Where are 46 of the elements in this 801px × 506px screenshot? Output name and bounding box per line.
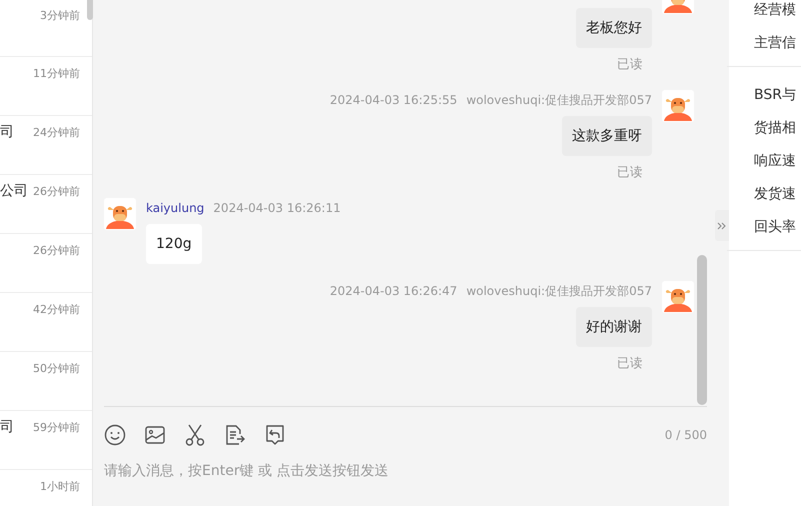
info-item[interactable]: 经营模 (754, 0, 801, 27)
conversation-name: 公司 (0, 182, 28, 200)
message-input[interactable]: 请输入消息，按Enter键 或 点击发送按钮发送 (104, 463, 604, 479)
image-icon[interactable] (144, 424, 166, 446)
conversation-time: 26分钟前 (33, 243, 80, 258)
message-time: 2024-04-03 16:26:47 (330, 284, 458, 298)
conversation-time: 1小时前 (40, 479, 80, 494)
read-status: 已读 (617, 164, 643, 181)
conversation-time: 42分钟前 (33, 302, 80, 317)
info-item[interactable]: 回头率 (754, 211, 801, 244)
double-chevron-icon (717, 220, 727, 230)
message-bubble: 120g (146, 224, 202, 264)
conversation-name: 司 (0, 418, 14, 436)
emoji-icon[interactable] (104, 424, 126, 446)
conversation-time: 3分钟前 (40, 8, 80, 23)
scrollbar-thumb[interactable] (87, 0, 93, 20)
message-time: 2024-04-03 16:25:55 (330, 93, 458, 107)
conversation-time: 26分钟前 (33, 184, 80, 199)
reply-icon[interactable] (264, 424, 286, 446)
info-item[interactable]: 发货速 (754, 178, 801, 211)
conversation-time: 59分钟前 (33, 420, 80, 435)
sender-name: woloveshuqi:促佳搜品开发部057 (466, 92, 652, 108)
sender-name: woloveshuqi:促佳搜品开发部057 (466, 282, 652, 300)
info-item[interactable]: 货描相 (754, 112, 801, 145)
scrollbar-thumb[interactable] (697, 255, 707, 405)
conversation-time: 11分钟前 (33, 66, 80, 81)
conversation-time: 24分钟前 (33, 125, 80, 140)
collapse-button[interactable] (715, 210, 729, 241)
character-counter: 0 / 500 (664, 428, 707, 442)
sender-name: kaiyulung (146, 201, 204, 215)
conversation-time: 50分钟前 (33, 361, 80, 376)
message-time: 2024-04-03 16:26:11 (213, 201, 341, 215)
read-status: 已读 (617, 56, 643, 73)
message-bubble: 这款多重呀 (562, 116, 652, 156)
message-bubble: 好的谢谢 (576, 307, 652, 347)
cow-avatar (662, 281, 694, 313)
document-icon[interactable] (224, 424, 246, 446)
message-bubble: 老板您好 (576, 8, 652, 48)
info-item[interactable]: BSR与 (754, 79, 801, 112)
scissors-icon[interactable] (184, 424, 206, 446)
read-status: 已读 (617, 355, 643, 372)
cow-avatar (662, 90, 694, 122)
info-item[interactable]: 响应速 (754, 145, 801, 178)
conversation-name: 司 (0, 123, 14, 141)
cow-avatar (104, 198, 136, 230)
info-item[interactable]: 主营信 (754, 27, 801, 60)
